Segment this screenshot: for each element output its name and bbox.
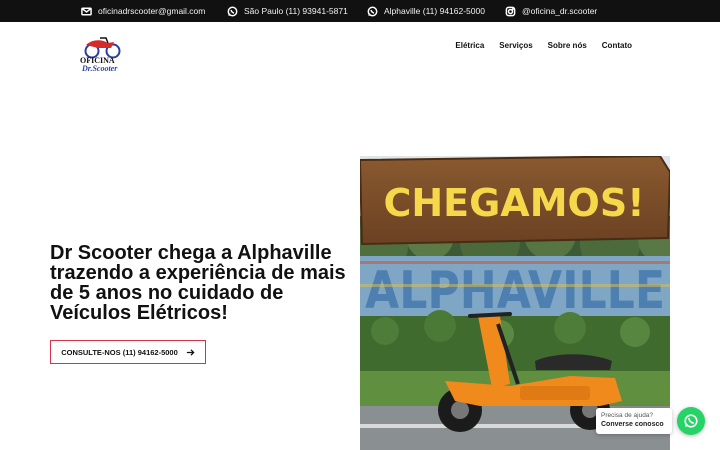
consult-button[interactable]: CONSULTE-NOS (11) 94162-5000 [50,340,206,364]
whatsapp-button[interactable] [677,407,705,435]
email-link[interactable]: oficinadrscooter@gmail.com [81,0,205,22]
hero-title: Dr Scooter chega a Alphaville trazendo a… [50,242,346,324]
whatsapp-icon [684,414,698,428]
phone-alphaville-link[interactable]: Alphaville (11) 94162-5000 [367,0,485,22]
chat-bubble[interactable]: Precisa de ajuda? Converse conosco [596,408,672,434]
main-nav: Elétrica Serviços Sobre nós Contato [455,41,632,50]
nav-item-sobre-nos[interactable]: Sobre nós [548,41,587,50]
email-text: oficinadrscooter@gmail.com [98,6,206,16]
nav-item-servicos[interactable]: Serviços [499,41,532,50]
nav-item-contato[interactable]: Contato [602,41,632,50]
instagram-link[interactable]: @oficina_dr.scooter [505,0,597,22]
hero-image: CHEGAMOS! ALPHAVILLE [360,156,670,450]
chegamos-photo: CHEGAMOS! ALPHAVILLE [360,156,670,450]
instagram-icon [505,6,516,16]
phone-sp-link[interactable]: São Paulo (11) 93941-5871 [227,0,348,22]
whatsapp-icon [227,6,238,16]
whatsapp-icon [367,6,378,16]
envelope-icon [81,7,92,15]
scooter-logo-icon: OFICINA Dr.Scooter [80,37,121,73]
top-contact-bar: oficinadrscooter@gmail.com São Paulo (11… [0,0,720,22]
site-logo[interactable]: OFICINA Dr.Scooter [78,34,124,74]
instagram-text: @oficina_dr.scooter [522,6,598,16]
nav-item-eletrica[interactable]: Elétrica [455,41,484,50]
phone-alphaville-text: Alphaville (11) 94162-5000 [384,6,485,16]
consult-button-label: CONSULTE-NOS (11) 94162-5000 [61,347,178,357]
arrow-right-icon [186,348,195,356]
sign-text: CHEGAMOS! [383,181,644,225]
chat-prompt: Precisa de ajuda? [601,412,654,419]
alphaville-letters: ALPHAVILLE [365,261,665,321]
phone-sp-text: São Paulo (11) 93941-5871 [244,6,348,16]
chat-action: Converse conosco [601,421,664,428]
logo-line2: Dr.Scooter [81,64,118,73]
